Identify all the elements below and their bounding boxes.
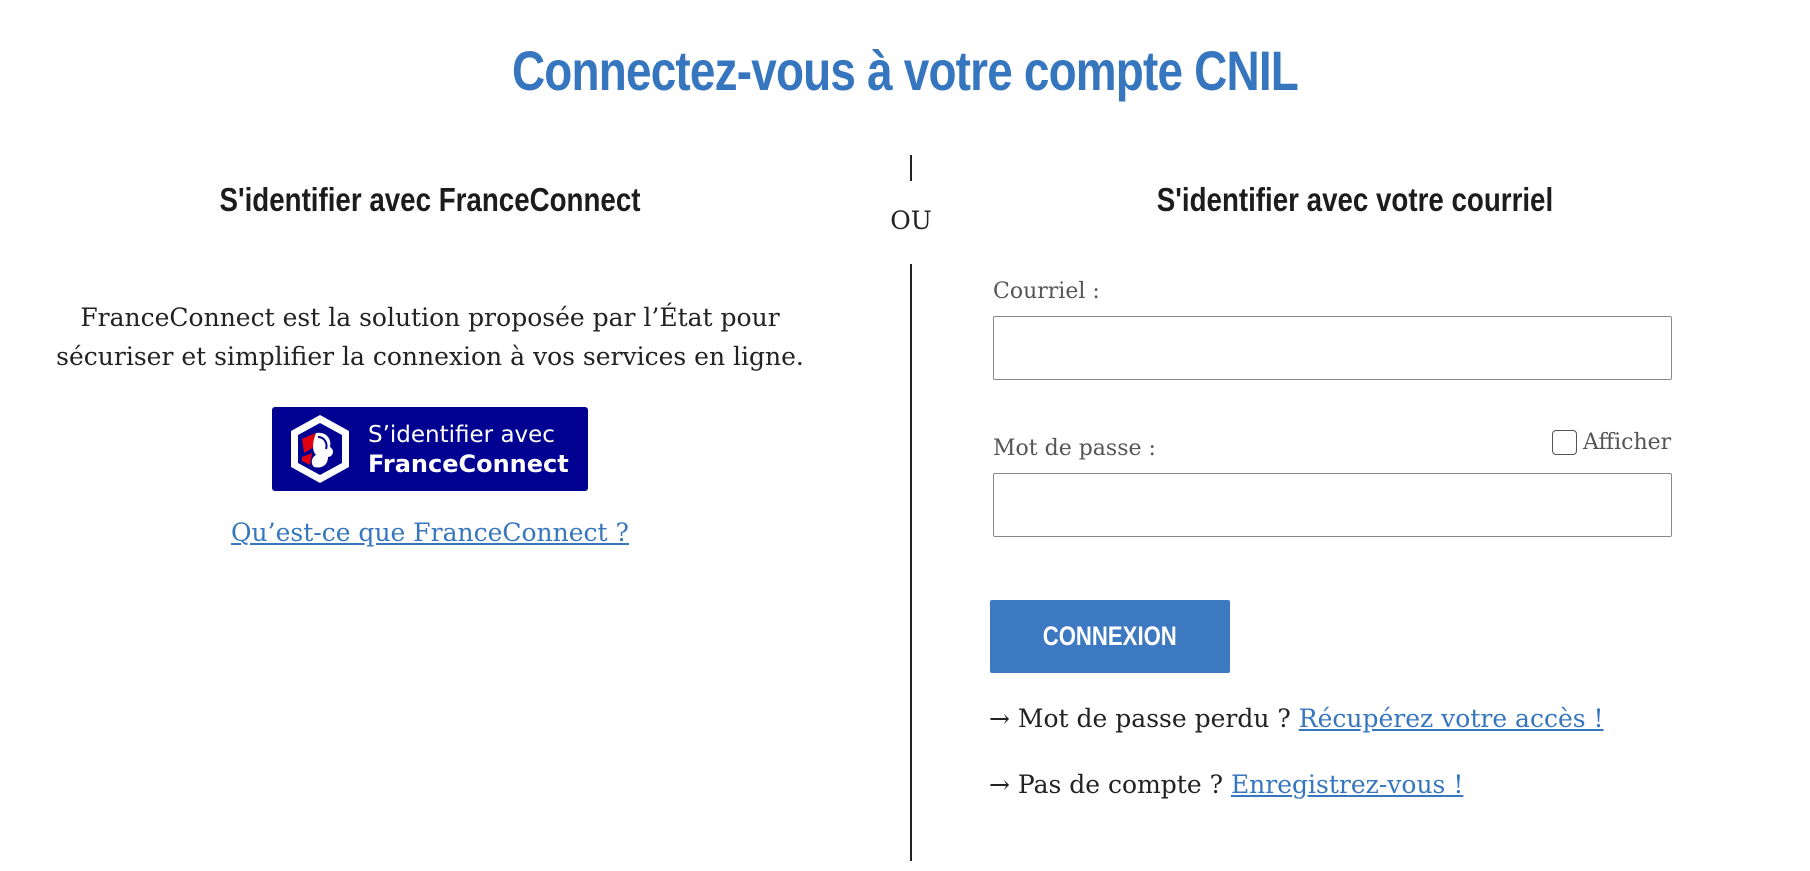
page-title: Connectez-vous à votre compte CNIL xyxy=(511,39,1299,102)
franceconnect-button-text: S’identifier avec FranceConnect xyxy=(368,421,569,479)
franceconnect-heading: S'identifier avec FranceConnect xyxy=(219,181,641,218)
show-password-checkbox[interactable] xyxy=(1552,430,1577,455)
arrow-right-icon: → xyxy=(989,704,1010,733)
register-link[interactable]: Enregistrez-vous ! xyxy=(1231,770,1463,799)
password-label: Mot de passe : xyxy=(993,436,1156,461)
arrow-right-icon: → xyxy=(989,770,1010,799)
connexion-button-label: CONNEXION xyxy=(1042,621,1178,651)
email-login-heading: S'identifier avec votre courriel xyxy=(1156,181,1554,218)
show-password-toggle[interactable]: Afficher xyxy=(1552,430,1671,455)
email-input[interactable] xyxy=(993,316,1672,380)
password-input[interactable] xyxy=(993,473,1672,537)
franceconnect-description: FranceConnect est la solution proposée p… xyxy=(56,303,804,371)
recover-access-link[interactable]: Récupérez votre accès ! xyxy=(1299,704,1604,733)
franceconnect-help-link[interactable]: Qu’est-ce que FranceConnect ? xyxy=(60,518,800,547)
show-password-label[interactable]: Afficher xyxy=(1583,430,1671,455)
franceconnect-logo-icon xyxy=(291,415,349,483)
divider-text: OU xyxy=(890,206,932,235)
register-line: → Pas de compte ? Enregistrez-vous ! xyxy=(989,770,1463,799)
franceconnect-button[interactable]: S’identifier avec FranceConnect xyxy=(272,407,588,491)
franceconnect-button-line1: S’identifier avec xyxy=(368,422,555,448)
divider-line-top xyxy=(910,155,912,181)
connexion-button[interactable]: CONNEXION xyxy=(990,600,1230,673)
divider-line-bottom xyxy=(910,264,912,861)
lost-password-text: Mot de passe perdu ? xyxy=(1017,704,1291,733)
lost-password-line: → Mot de passe perdu ? Récupérez votre a… xyxy=(989,704,1604,733)
franceconnect-button-line2: FranceConnect xyxy=(368,450,569,478)
email-label: Courriel : xyxy=(993,279,1100,304)
register-text: Pas de compte ? xyxy=(1017,770,1223,799)
